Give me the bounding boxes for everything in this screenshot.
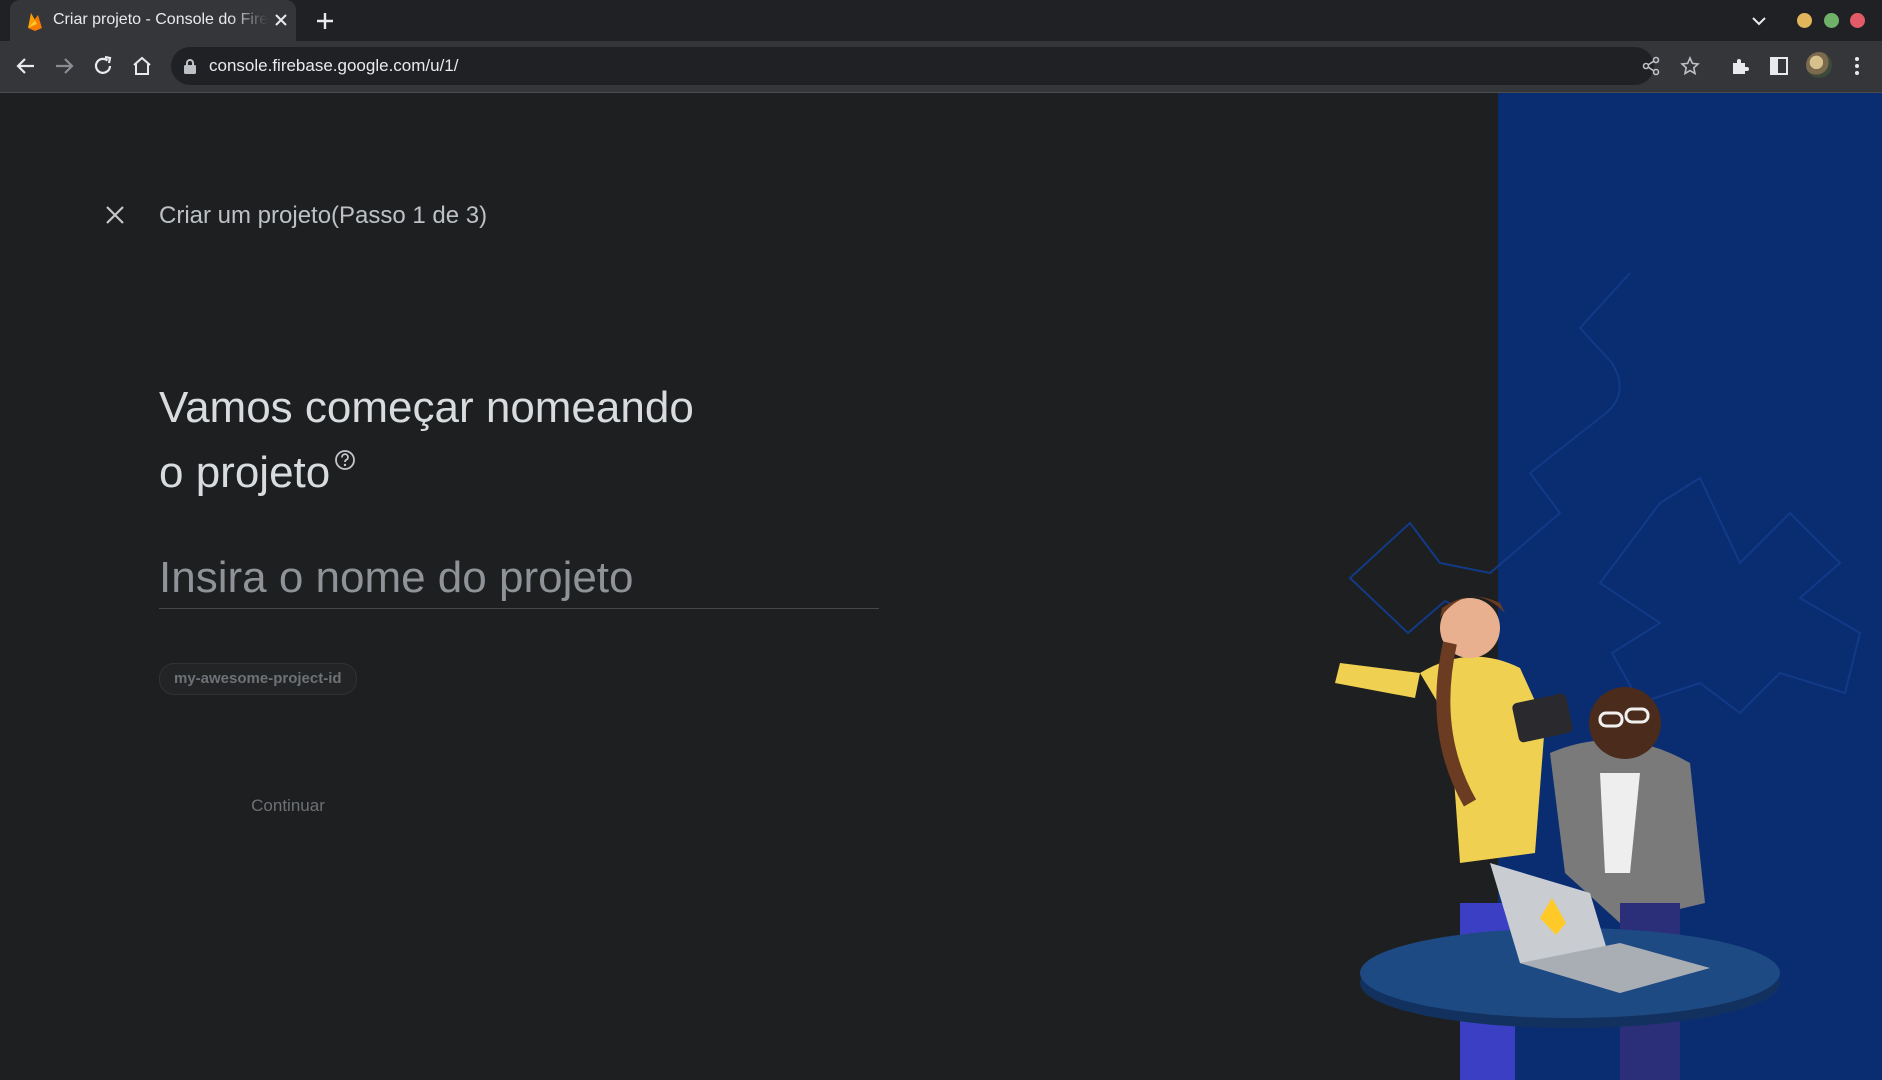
address-bar[interactable]: console.firebase.google.com/u/1/ (171, 47, 1700, 85)
people-illustration (1335, 596, 1780, 1080)
url-text: console.firebase.google.com/u/1/ (209, 56, 459, 75)
close-icon[interactable] (272, 11, 290, 29)
lock-icon (184, 59, 196, 74)
headline-line1: Vamos começar nomeando (159, 383, 694, 432)
back-icon[interactable] (15, 55, 37, 77)
firebase-icon (28, 13, 42, 31)
project-id-chip[interactable]: my-awesome-project-id (159, 663, 357, 695)
window-close-button[interactable] (1850, 13, 1865, 28)
create-project-page: Criar um projeto(Passo 1 de 3) Vamos com… (0, 93, 1882, 1080)
reload-icon[interactable] (92, 55, 114, 77)
share-icon[interactable] (1641, 56, 1661, 76)
forward-icon[interactable] (53, 55, 75, 77)
tab-title: Criar projeto - Console do Firebase (53, 11, 268, 28)
extensions-icon[interactable] (1729, 55, 1751, 77)
home-icon[interactable] (131, 55, 153, 77)
close-icon[interactable] (104, 204, 126, 226)
help-icon[interactable] (334, 449, 356, 471)
browser-toolbar: console.firebase.google.com/u/1/ (0, 41, 1882, 93)
minimize-button[interactable] (1797, 13, 1812, 28)
sidebar-icon[interactable] (1768, 55, 1790, 77)
continue-button[interactable]: Continuar (230, 786, 346, 826)
headline-line2: o projeto (159, 448, 331, 497)
headline: Vamos começar nomeando o projeto (159, 375, 799, 505)
plus-icon[interactable] (314, 10, 336, 32)
maximize-button[interactable] (1824, 13, 1839, 28)
star-icon[interactable] (1680, 56, 1700, 76)
menu-icon[interactable] (1846, 55, 1868, 77)
browser-tab[interactable]: Criar projeto - Console do Firebase (10, 0, 296, 41)
project-name-input[interactable] (159, 548, 879, 609)
page-title: Criar um projeto(Passo 1 de 3) (159, 202, 488, 229)
tab-strip: Criar projeto - Console do Firebase (0, 0, 1882, 41)
avatar[interactable] (1806, 52, 1832, 78)
chevron-down-icon[interactable] (1750, 12, 1768, 30)
